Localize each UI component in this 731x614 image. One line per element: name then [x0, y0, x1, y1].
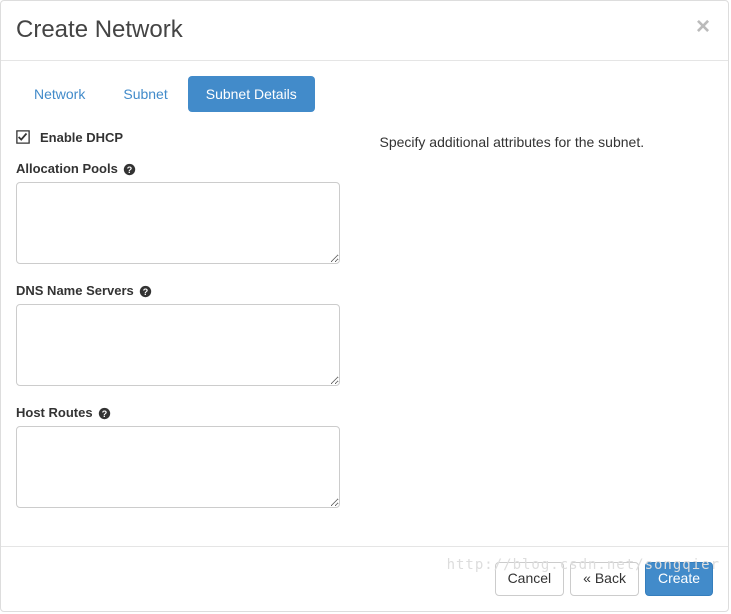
dns-name-servers-group: DNS Name Servers ?	[16, 283, 340, 389]
allocation-pools-input[interactable]	[16, 182, 340, 264]
tab-network[interactable]: Network	[16, 76, 103, 112]
description-text: Specify additional attributes for the su…	[380, 132, 714, 153]
checkbox-checked-icon[interactable]	[16, 130, 30, 144]
tab-subnet[interactable]: Subnet	[105, 76, 185, 112]
modal-header: Create Network ×	[1, 1, 728, 61]
svg-text:?: ?	[102, 409, 107, 419]
help-icon[interactable]: ?	[98, 407, 111, 420]
cancel-button[interactable]: Cancel	[495, 562, 565, 596]
dns-name-servers-input[interactable]	[16, 304, 340, 386]
enable-dhcp-label: Enable DHCP	[40, 130, 123, 145]
dns-name-servers-label-text: DNS Name Servers	[16, 283, 134, 298]
allocation-pools-label-text: Allocation Pools	[16, 161, 118, 176]
modal: Create Network × Network Subnet Subnet D…	[0, 0, 729, 612]
back-button[interactable]: « Back	[570, 562, 639, 596]
tab-subnet-details[interactable]: Subnet Details	[188, 76, 315, 112]
allocation-pools-label: Allocation Pools ?	[16, 161, 340, 176]
host-routes-label-text: Host Routes	[16, 405, 93, 420]
host-routes-label: Host Routes ?	[16, 405, 340, 420]
modal-body: Network Subnet Subnet Details Enable DHC…	[1, 61, 728, 546]
allocation-pools-group: Allocation Pools ?	[16, 161, 340, 267]
page-title: Create Network	[16, 16, 713, 45]
create-button[interactable]: Create	[645, 562, 713, 596]
help-icon[interactable]: ?	[139, 285, 152, 298]
dns-name-servers-label: DNS Name Servers ?	[16, 283, 340, 298]
host-routes-input[interactable]	[16, 426, 340, 508]
form-area: Enable DHCP Allocation Pools ? DNS Name …	[16, 130, 713, 527]
close-button[interactable]: ×	[696, 15, 710, 39]
svg-text:?: ?	[143, 287, 148, 297]
left-column: Enable DHCP Allocation Pools ? DNS Name …	[16, 130, 365, 527]
host-routes-group: Host Routes ?	[16, 405, 340, 511]
help-icon[interactable]: ?	[123, 163, 136, 176]
modal-footer: Cancel « Back Create	[1, 546, 728, 611]
svg-text:?: ?	[127, 165, 132, 175]
enable-dhcp-row: Enable DHCP	[16, 130, 340, 145]
tabs: Network Subnet Subnet Details	[16, 76, 713, 112]
right-column: Specify additional attributes for the su…	[365, 130, 714, 527]
